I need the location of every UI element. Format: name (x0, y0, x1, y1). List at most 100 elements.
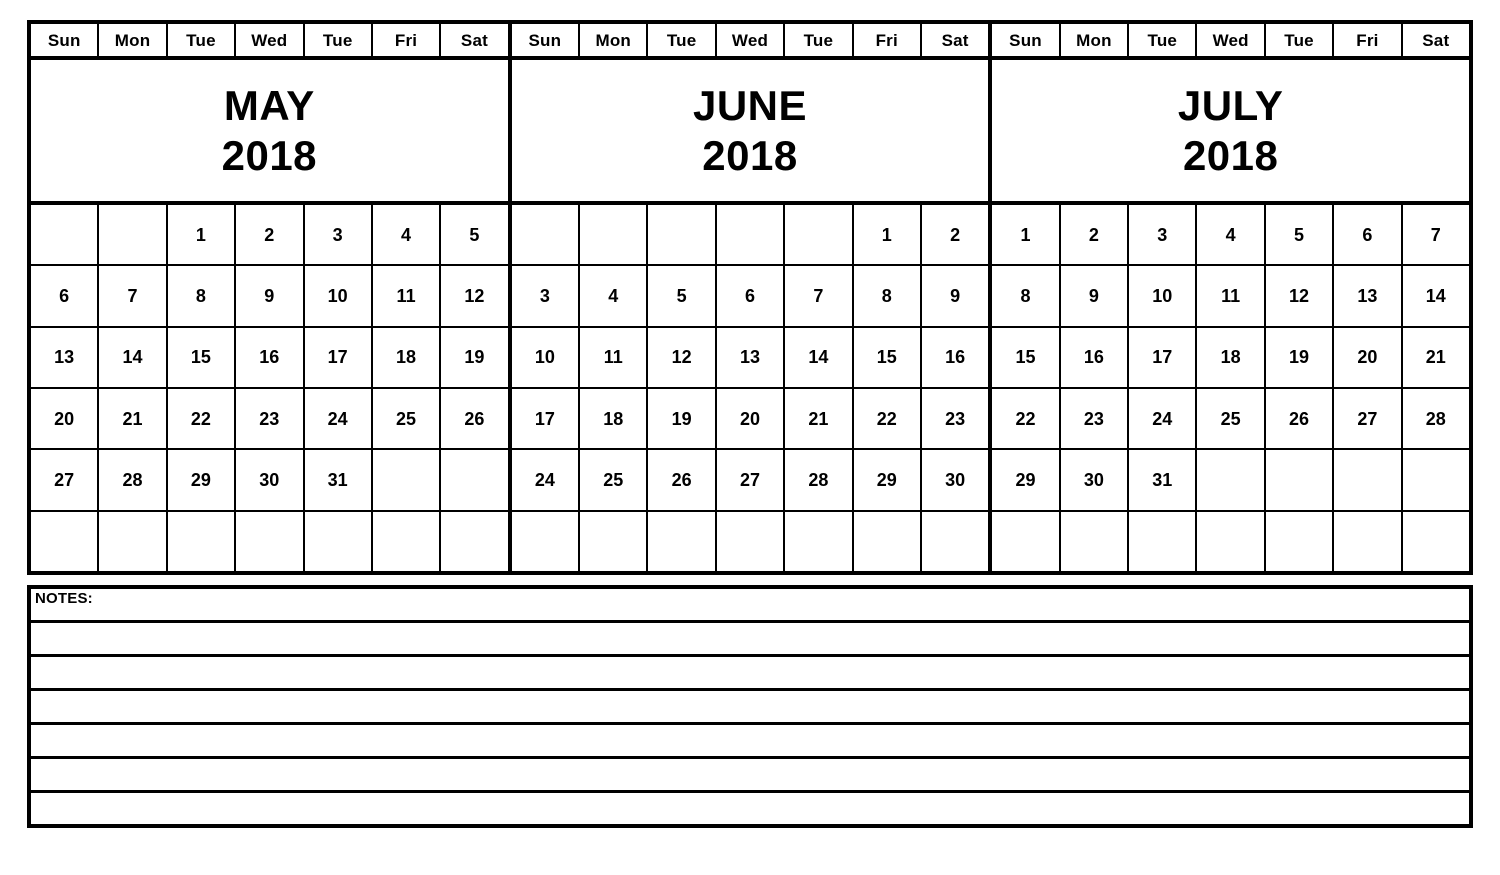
day-cell[interactable]: 17 (1129, 327, 1198, 387)
day-cell[interactable]: 16 (236, 327, 305, 387)
day-cell[interactable]: 30 (236, 450, 305, 510)
day-cell[interactable]: 3 (305, 205, 373, 265)
day-cell[interactable]: 10 (512, 327, 581, 387)
day-cell-empty[interactable] (648, 205, 717, 265)
day-cell[interactable]: 9 (236, 266, 305, 326)
day-cell[interactable]: 1 (992, 205, 1061, 265)
day-cell[interactable]: 7 (785, 266, 854, 326)
day-cell[interactable]: 20 (1334, 327, 1403, 387)
notes-blank-line[interactable] (31, 691, 1469, 725)
day-cell[interactable]: 13 (717, 327, 786, 387)
day-cell-empty[interactable] (1129, 511, 1198, 571)
day-cell[interactable]: 14 (1403, 266, 1469, 325)
day-cell-empty[interactable] (992, 511, 1061, 571)
day-cell[interactable]: 10 (305, 266, 373, 326)
day-cell-empty[interactable] (99, 205, 168, 265)
day-cell[interactable]: 11 (373, 266, 442, 326)
day-cell[interactable]: 20 (31, 388, 100, 449)
day-cell[interactable]: 18 (1197, 327, 1266, 387)
day-cell-empty[interactable] (854, 511, 922, 571)
day-cell[interactable]: 15 (854, 327, 922, 387)
day-cell[interactable]: 19 (1266, 327, 1335, 387)
day-cell[interactable]: 14 (99, 327, 168, 387)
day-cell-empty[interactable] (236, 511, 305, 571)
day-cell-empty[interactable] (1403, 512, 1469, 571)
day-cell-empty[interactable] (512, 205, 581, 265)
day-cell-empty[interactable] (785, 511, 854, 571)
day-cell[interactable]: 3 (1129, 205, 1198, 265)
day-cell[interactable]: 18 (580, 388, 649, 449)
day-cell[interactable]: 11 (1197, 266, 1266, 326)
day-cell[interactable]: 5 (441, 205, 507, 264)
notes-blank-line[interactable] (31, 793, 1469, 824)
day-cell[interactable]: 27 (717, 450, 786, 510)
day-cell[interactable]: 6 (1334, 205, 1403, 265)
day-cell[interactable]: 18 (373, 327, 442, 387)
day-cell-empty[interactable] (441, 450, 507, 509)
day-cell[interactable]: 19 (441, 328, 507, 387)
day-cell-empty[interactable] (717, 511, 786, 571)
day-cell[interactable]: 8 (854, 266, 922, 326)
day-cell[interactable]: 12 (441, 266, 507, 325)
day-cell-empty[interactable] (580, 205, 649, 265)
day-cell[interactable]: 2 (236, 205, 305, 265)
day-cell-empty[interactable] (1061, 511, 1130, 571)
day-cell-empty[interactable] (1334, 511, 1403, 571)
day-cell[interactable]: 30 (1061, 450, 1130, 510)
day-cell[interactable]: 21 (1403, 328, 1469, 387)
day-cell[interactable]: 22 (168, 388, 237, 449)
day-cell[interactable]: 21 (785, 388, 854, 449)
day-cell[interactable]: 29 (854, 450, 922, 510)
day-cell[interactable]: 3 (512, 266, 581, 326)
day-cell[interactable]: 22 (992, 388, 1061, 449)
day-cell[interactable]: 8 (992, 266, 1061, 326)
notes-blank-line[interactable] (31, 657, 1469, 691)
day-cell[interactable]: 15 (168, 327, 237, 387)
day-cell[interactable]: 22 (854, 388, 922, 449)
day-cell-empty[interactable] (717, 205, 786, 265)
day-cell[interactable]: 13 (31, 327, 100, 387)
day-cell[interactable]: 16 (1061, 327, 1130, 387)
day-cell[interactable]: 28 (99, 450, 168, 510)
day-cell-empty[interactable] (168, 511, 237, 571)
day-cell[interactable]: 7 (1403, 205, 1469, 264)
day-cell[interactable]: 5 (648, 266, 717, 326)
day-cell[interactable]: 20 (717, 388, 786, 449)
day-cell[interactable]: 27 (31, 450, 100, 510)
day-cell[interactable]: 9 (1061, 266, 1130, 326)
day-cell[interactable]: 16 (922, 328, 988, 387)
day-cell[interactable]: 26 (648, 450, 717, 510)
day-cell[interactable]: 9 (922, 266, 988, 325)
notes-blank-line[interactable] (31, 759, 1469, 793)
day-cell[interactable]: 10 (1129, 266, 1198, 326)
day-cell[interactable]: 26 (1266, 388, 1335, 449)
day-cell[interactable]: 27 (1334, 388, 1403, 449)
day-cell-empty[interactable] (512, 511, 581, 571)
day-cell[interactable]: 4 (373, 205, 442, 265)
day-cell[interactable]: 7 (99, 266, 168, 326)
notes-blank-line[interactable] (31, 725, 1469, 759)
day-cell[interactable]: 2 (1061, 205, 1130, 265)
day-cell[interactable]: 24 (1129, 388, 1198, 449)
day-cell[interactable]: 25 (373, 388, 442, 449)
day-cell-empty[interactable] (1266, 511, 1335, 571)
day-cell[interactable]: 17 (512, 388, 581, 449)
day-cell[interactable]: 12 (648, 327, 717, 387)
day-cell[interactable]: 12 (1266, 266, 1335, 326)
day-cell[interactable]: 25 (1197, 388, 1266, 449)
day-cell-empty[interactable] (441, 512, 507, 571)
day-cell-empty[interactable] (99, 511, 168, 571)
day-cell[interactable]: 13 (1334, 266, 1403, 326)
day-cell[interactable]: 26 (441, 389, 507, 448)
day-cell[interactable]: 23 (1061, 388, 1130, 449)
day-cell-empty[interactable] (31, 205, 100, 265)
day-cell-empty[interactable] (785, 205, 854, 265)
day-cell[interactable]: 19 (648, 388, 717, 449)
day-cell[interactable]: 5 (1266, 205, 1335, 265)
day-cell[interactable]: 21 (99, 388, 168, 449)
day-cell[interactable]: 31 (305, 450, 373, 510)
notes-blank-line[interactable] (31, 623, 1469, 657)
day-cell-empty[interactable] (1197, 511, 1266, 571)
day-cell-empty[interactable] (580, 511, 649, 571)
day-cell[interactable]: 6 (31, 266, 100, 326)
